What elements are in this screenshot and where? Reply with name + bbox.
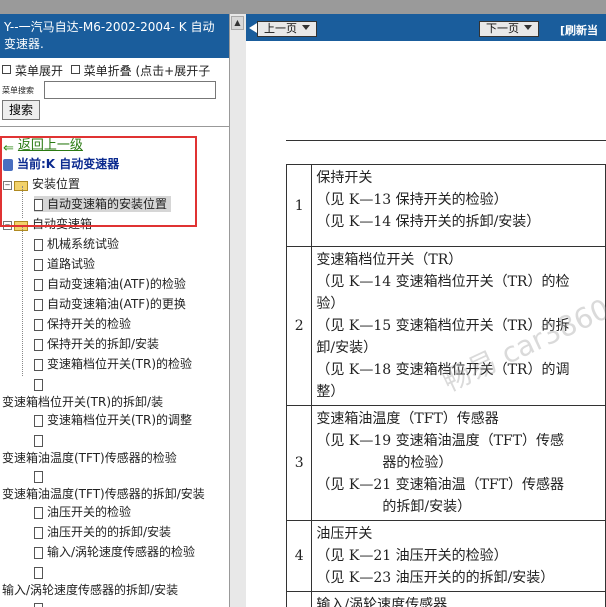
document-icon [34,299,43,311]
tree-item[interactable]: 变速箱档位开关(TR)的拆卸/装 [2,394,163,410]
menu-collapse-link[interactable]: 菜单折叠 (点击+展开子 [84,64,211,78]
document-icon [34,547,43,559]
tree-item-blank[interactable] [34,600,47,607]
tree-item[interactable]: 自动变速箱油(ATF)的更换 [34,296,186,312]
document-icon [34,379,43,391]
tree-item[interactable]: 机械系统试验 [34,236,119,252]
square-icon [70,65,80,74]
prev-page-button[interactable]: 上一页 [257,21,317,37]
window-top-border [0,0,606,14]
component-table: 1 保持开关 （见 K—13 保持开关的检验） （见 K—14 保持开关的拆卸/… [285,164,606,607]
horizontal-rule [286,140,606,141]
tree-item-blank[interactable] [34,468,47,484]
menu-expand-link[interactable]: 菜单展开 [15,64,63,78]
table-row: 输入/涡轮速度传感器 [285,591,606,607]
row-content: 油压开关 （见 K—21 油压开关的检验） （见 K—23 油压开关的的拆卸/安… [311,520,606,592]
tree-item[interactable]: 自动变速箱油(ATF)的检验 [34,276,186,292]
menu-controls: 菜单展开 菜单折叠 (点击+展开子 [0,58,229,79]
table-row: 1 保持开关 （见 K—13 保持开关的检验） （见 K—14 保持开关的拆卸/… [285,164,606,247]
row-content: 变速箱档位开关（TR） （见 K—14 变速箱档位开关（TR）的检 验） （见 … [311,246,606,406]
search-label: 菜单搜索 [2,86,34,95]
tree-item[interactable]: 变速箱油温度(TFT)传感器的检验 [2,450,177,466]
next-page-button[interactable]: 下一页 [479,21,539,37]
page-nav-bar: 上一页 下一页 [刷新当 [246,14,606,41]
tree-item[interactable]: 输入/涡轮速度传感器的拆卸/安装 [2,582,178,598]
document-icon [34,359,43,371]
square-icon [2,65,11,74]
tree-item[interactable]: 油压开关的的拆卸/安装 [34,524,171,540]
tree-item-blank[interactable] [34,376,47,392]
document-icon [34,471,43,483]
document-icon [34,603,43,607]
document-icon [34,339,43,351]
document-icon [34,435,43,447]
left-arrow-icon [249,23,257,33]
document-icon [34,567,43,579]
table-row: 4 油压开关 （见 K—21 油压开关的检验） （见 K—23 油压开关的的拆卸… [285,520,606,592]
tree-item[interactable]: 变速箱油温度(TFT)传感器的拆卸/安装 [2,486,205,502]
tree-item[interactable]: 保持开关的拆卸/安装 [34,336,159,352]
document-title: Y--一汽马自达-M6-2002-2004- K 自动变速器. [0,14,229,58]
row-content: 输入/涡轮速度传感器 [311,591,606,607]
content-frame: 上一页 下一页 [刷新当 1 保持开关 （见 K—13 保持开关的检验） （见 … [246,14,606,607]
tree-item-blank[interactable] [34,564,47,580]
row-number: 4 [285,520,313,592]
tree-item[interactable]: 变速箱档位开关(TR)的检验 [34,356,192,372]
tree-connector [22,226,23,376]
search-button[interactable]: 搜索 [2,100,40,120]
tree-item[interactable]: 保持开关的检验 [34,316,131,332]
row-content: 保持开关 （见 K—13 保持开关的检验） （见 K—14 保持开关的拆卸/安装… [311,164,606,247]
document-icon [34,415,43,427]
row-number: 2 [285,246,313,406]
divider [0,126,229,127]
refresh-link[interactable]: [刷新当 [560,22,598,38]
table-row: 2 变速箱档位开关（TR） （见 K—14 变速箱档位开关（TR）的检 验） （… [285,246,606,406]
tree-item[interactable]: 油压开关的检验 [34,504,131,520]
table-row: 3 变速箱油温度（TFT）传感器 （见 K—19 变速箱油温度（TFT）传感 器… [285,405,606,521]
document-icon [34,527,43,539]
chevron-down-icon [524,25,532,30]
tree-item[interactable]: 输入/涡轮速度传感器的检验 [34,544,195,560]
tree-item[interactable]: 道路试验 [34,256,95,272]
scroll-up-arrow-icon[interactable]: ▲ [231,16,244,30]
row-number: 3 [285,405,313,521]
tree-item-blank[interactable] [34,432,47,448]
row-number [285,591,313,607]
document-icon [34,259,43,271]
document-icon [34,279,43,291]
document-icon [34,507,43,519]
search-input[interactable] [44,81,216,99]
frame-scrollbar[interactable] [229,14,246,607]
highlight-box [0,136,197,227]
row-number: 1 [285,164,313,247]
menu-frame: Y--一汽马自达-M6-2002-2004- K 自动变速器. 菜单展开 菜单折… [0,14,229,607]
document-icon [34,239,43,251]
tree-item[interactable]: 变速箱档位开关(TR)的调整 [34,412,192,428]
chevron-down-icon [302,25,310,30]
row-content: 变速箱油温度（TFT）传感器 （见 K—19 变速箱油温度（TFT）传感 器的检… [311,405,606,521]
document-icon [34,319,43,331]
